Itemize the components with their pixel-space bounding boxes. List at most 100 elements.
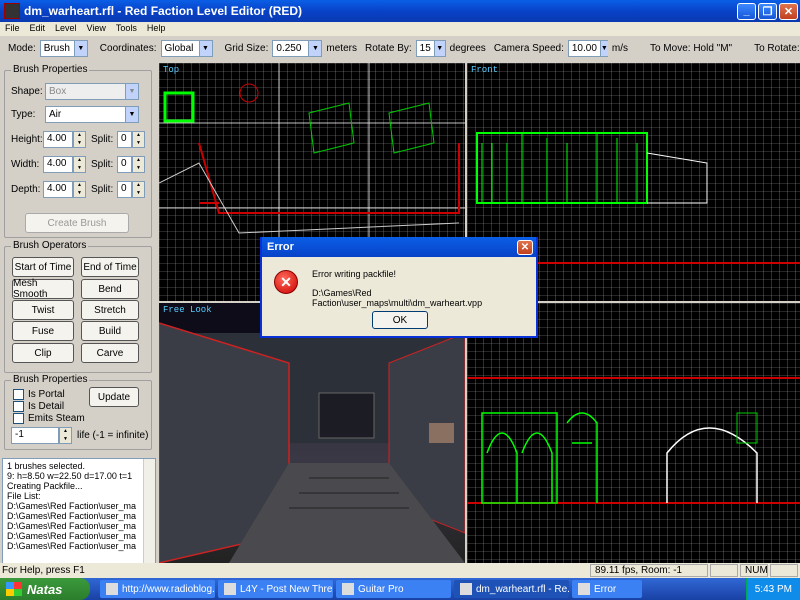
height-spinner[interactable]: ▲ ▼ <box>73 131 86 148</box>
clock[interactable]: 5:43 PM <box>755 584 792 595</box>
menu-view[interactable]: View <box>82 22 111 36</box>
coords-value: Global <box>164 43 194 54</box>
dialog-title-bar[interactable]: Error ✕ <box>262 237 536 257</box>
ok-button[interactable]: OK <box>372 311 428 329</box>
viewport-front-label: Front <box>471 65 499 75</box>
log-line: D:\Games\Red Faction\user_ma <box>7 511 137 521</box>
split-field-height[interactable]: 0 <box>117 131 132 148</box>
width-field[interactable]: 4.00 <box>43 156 73 173</box>
life-spinner[interactable]: ▲ ▼ <box>59 427 72 444</box>
mode-select[interactable]: Brush ▼ <box>39 40 88 57</box>
menu-edit[interactable]: Edit <box>25 22 51 36</box>
create-brush-button[interactable]: Create Brush <box>25 213 129 233</box>
log-line: D:\Games\Red Faction\user_ma <box>7 531 137 541</box>
twist-button[interactable]: Twist <box>12 300 74 320</box>
status-blank <box>710 564 738 577</box>
windows-logo-icon <box>6 582 22 596</box>
title-bar[interactable]: dm_warheart.rfl - Red Faction Level Edit… <box>0 0 800 22</box>
log-line: D:\Games\Red Faction\user_ma <box>7 541 137 551</box>
stretch-button[interactable]: Stretch <box>81 300 139 320</box>
log-line: File List: <box>7 491 41 501</box>
fuse-button[interactable]: Fuse <box>12 321 74 341</box>
carve-button[interactable]: Carve <box>81 343 139 363</box>
detail-checkbox[interactable] <box>13 401 24 412</box>
start-button[interactable]: Natas <box>0 578 90 600</box>
menu-help[interactable]: Help <box>142 22 171 36</box>
log-line: D:\Games\Red Faction\user_ma <box>7 501 137 511</box>
red-editor-icon <box>460 583 472 595</box>
close-button[interactable]: ✕ <box>779 2 798 20</box>
maximize-button[interactable]: ❐ <box>758 2 777 20</box>
bend-button[interactable]: Bend <box>81 279 139 299</box>
portal-label: Is Portal <box>28 389 65 400</box>
grid-unit: meters <box>326 43 357 54</box>
dialog-title: Error <box>267 241 294 253</box>
brush-flags-title: Brush Properties <box>11 374 90 385</box>
shape-select[interactable]: Box ▼ <box>45 83 139 100</box>
grid-select[interactable]: 0.250 ▼ <box>272 40 323 57</box>
width-label: Width: <box>11 159 40 170</box>
chevron-down-icon: ▼ <box>433 41 445 56</box>
life-field[interactable]: -1 <box>11 427 59 444</box>
error-icon: ✕ <box>274 270 298 294</box>
error-dialog[interactable]: Error ✕ ✕ Error writing packfile! D:\Gam… <box>260 237 538 338</box>
split-spinner-height[interactable]: ▲ ▼ <box>132 131 145 148</box>
output-log[interactable]: 1 brushes selected. 9: h=8.50 w=22.50 d=… <box>2 458 156 564</box>
menu-tools[interactable]: Tools <box>111 22 142 36</box>
depth-label: Depth: <box>11 184 41 195</box>
width-spinner[interactable]: ▲ ▼ <box>73 156 86 173</box>
split-field-depth[interactable]: 0 <box>117 181 132 198</box>
camera-select[interactable]: 10.00 ▼ <box>567 40 608 57</box>
split-label: Split: <box>91 134 114 145</box>
grid-value: 0.250 <box>276 43 302 54</box>
menu-file[interactable]: File <box>0 22 25 36</box>
log-line: D:\Games\Red Faction\user_ma <box>7 521 137 531</box>
task-forum[interactable]: L4Y - Post New Threa... <box>218 580 333 598</box>
viewport-side[interactable] <box>467 303 800 563</box>
type-label: Type: <box>11 109 36 120</box>
split-field-width[interactable]: 0 <box>117 156 132 173</box>
split-spinner-width[interactable]: ▲ ▼ <box>132 156 145 173</box>
life-label: life (-1 = infinite) <box>77 430 149 441</box>
update-button[interactable]: Update <box>89 387 139 407</box>
browser-icon <box>106 583 118 595</box>
height-label: Height: <box>11 134 43 145</box>
minimize-button[interactable]: _ <box>737 2 756 20</box>
viewport-free-look[interactable]: Free Look <box>159 303 465 563</box>
task-level-editor[interactable]: dm_warheart.rfl - Re... <box>454 580 569 598</box>
start-of-time-button[interactable]: Start of Time <box>12 257 74 277</box>
split-spinner-depth[interactable]: ▲ ▼ <box>132 181 145 198</box>
depth-field[interactable]: 4.00 <box>43 181 73 198</box>
task-guitar-pro[interactable]: Guitar Pro <box>336 580 451 598</box>
mesh-smooth-button[interactable]: Mesh Smooth <box>12 278 74 300</box>
log-scrollbar[interactable] <box>143 459 155 563</box>
left-panel: Brush Properties Shape: Box ▼ Type: Air ▼ … <box>0 62 157 455</box>
height-field[interactable]: 4.00 <box>43 131 73 148</box>
guitar-pro-icon <box>342 583 354 595</box>
menu-level[interactable]: Level <box>50 22 82 36</box>
mode-label: Mode: <box>8 43 36 54</box>
depth-spinner[interactable]: ▲ ▼ <box>73 181 86 198</box>
grid-label: Grid Size: <box>224 43 269 54</box>
chevron-down-icon: ▼ <box>308 41 322 56</box>
task-label: http://www.radioblog... <box>122 583 215 595</box>
camera-label: Camera Speed: <box>493 43 564 54</box>
dialog-close-button[interactable]: ✕ <box>517 239 533 255</box>
chevron-down-icon: ▼ <box>73 41 87 56</box>
task-browser[interactable]: http://www.radioblog... <box>100 580 215 598</box>
camera-unit: m/s <box>611 43 628 54</box>
portal-checkbox[interactable] <box>13 389 24 400</box>
rotate-unit: degrees <box>449 43 486 54</box>
clip-button[interactable]: Clip <box>12 343 74 363</box>
coords-select[interactable]: Global ▼ <box>160 40 213 57</box>
type-select[interactable]: Air ▼ <box>45 106 139 123</box>
task-label: L4Y - Post New Threa... <box>240 583 333 595</box>
task-error[interactable]: Error <box>572 580 642 598</box>
chevron-down-icon: ▼ <box>198 41 212 56</box>
build-button[interactable]: Build <box>81 321 139 341</box>
end-of-time-button[interactable]: End of Time <box>81 257 139 277</box>
rotate-select[interactable]: 15 ▼ <box>415 40 446 57</box>
viewport-free-look-label: Free Look <box>163 305 212 315</box>
task-label: dm_warheart.rfl - Re... <box>476 583 569 595</box>
steam-checkbox[interactable] <box>13 413 24 424</box>
